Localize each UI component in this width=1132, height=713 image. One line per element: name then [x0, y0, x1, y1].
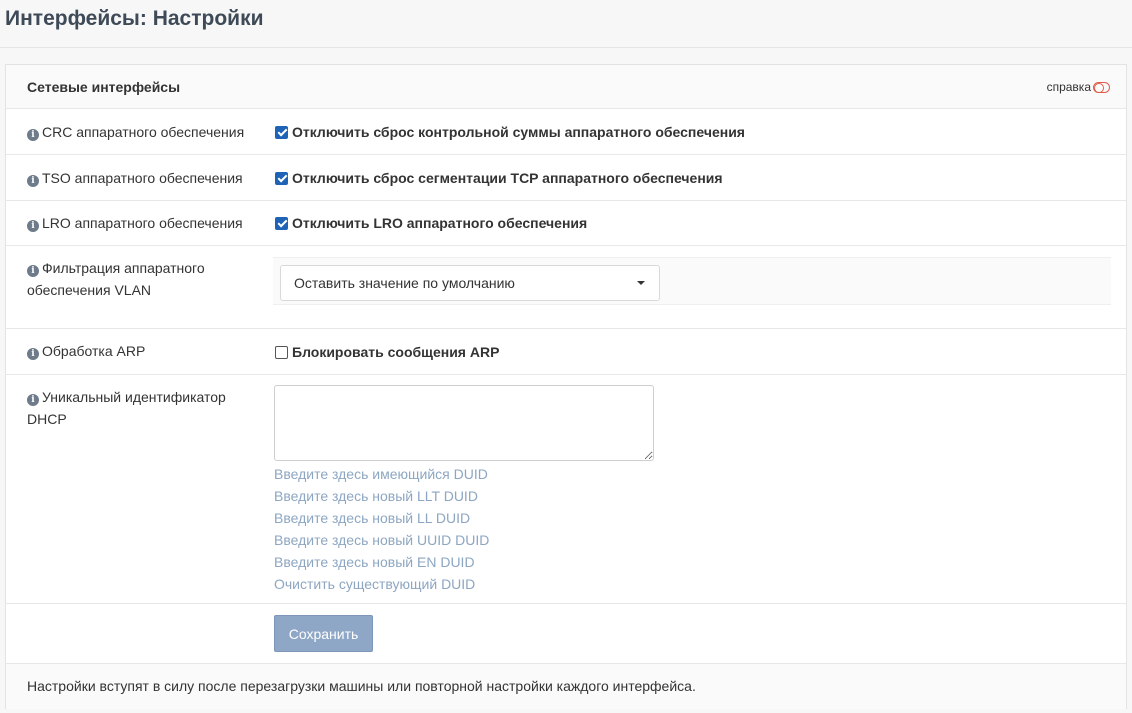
crc-label: i CRC аппаратного обеспечения	[27, 121, 257, 143]
checkbox-checked-icon[interactable]	[275, 125, 288, 139]
lro-checkbox-label: Отключить LRO аппаратного обеспечения	[292, 215, 588, 231]
vlan-select-container: Оставить значение по умолчанию	[273, 257, 1111, 305]
lro-label: i LRO аппаратного обеспечения	[27, 212, 257, 234]
settings-panel: Сетевые интерфейсы справка i CRC аппаратн…	[5, 64, 1127, 709]
vlan-label: i Фильтрация аппаратного обеспечения VLAN	[27, 257, 227, 301]
tso-checkbox[interactable]: Отключить сброс сегментации TCP аппаратн…	[275, 170, 723, 186]
vlan-label-text: Фильтрация аппаратного обеспечения VLAN	[27, 260, 205, 298]
checkbox-unchecked-icon[interactable]	[275, 345, 288, 359]
link-new-ll-duid[interactable]: Введите здесь новый LL DUID	[274, 507, 489, 529]
row-arp: i Обработка ARP Блокировать сообщения ARP	[6, 329, 1126, 375]
crc-label-text: CRC аппаратного обеспечения	[42, 124, 245, 140]
page-title: Интерфейсы: Настройки	[5, 7, 264, 30]
link-clear-duid[interactable]: Очистить существующий DUID	[274, 573, 489, 595]
link-new-en-duid[interactable]: Введите здесь новый EN DUID	[274, 551, 489, 573]
footer-text: Настройки вступят в силу после перезагру…	[27, 678, 696, 694]
arp-label-text: Обработка ARP	[42, 343, 146, 359]
row-tso: i TSO аппаратного обеспечения Отключить с…	[6, 155, 1126, 201]
duid-links: Введите здесь имеющийся DUID Введите зде…	[274, 463, 489, 595]
info-circle-icon[interactable]: i	[27, 265, 39, 277]
save-button[interactable]: Сохранить	[274, 615, 373, 652]
vlan-select[interactable]: Оставить значение по умолчанию	[280, 265, 660, 301]
toggle-icon	[1093, 81, 1110, 93]
lro-checkbox[interactable]: Отключить LRO аппаратного обеспечения	[275, 215, 587, 231]
tso-label-text: TSO аппаратного обеспечения	[42, 170, 243, 186]
row-lro: i LRO аппаратного обеспечения Отключить L…	[6, 201, 1126, 246]
tso-checkbox-label: Отключить сброс сегментации TCP аппаратн…	[292, 170, 723, 186]
row-duid: i Уникальный идентификатор DHCP Введите з…	[6, 375, 1126, 604]
info-circle-icon[interactable]: i	[27, 220, 39, 232]
duid-label: i Уникальный идентификатор DHCP	[27, 386, 247, 430]
duid-textarea[interactable]	[274, 385, 654, 461]
crc-checkbox-label: Отключить сброс контрольной суммы аппара…	[292, 124, 745, 140]
page-header: Интерфейсы: Настройки	[0, 0, 1132, 48]
arp-label: i Обработка ARP	[27, 340, 257, 362]
crc-checkbox[interactable]: Отключить сброс контрольной суммы аппара…	[275, 124, 745, 140]
row-save: Сохранить	[6, 604, 1126, 663]
info-circle-icon[interactable]: i	[27, 394, 39, 406]
checkbox-checked-icon[interactable]	[275, 171, 288, 185]
checkbox-checked-icon[interactable]	[275, 216, 288, 230]
caret-down-icon	[637, 281, 645, 285]
info-circle-icon[interactable]: i	[27, 175, 39, 187]
vlan-select-value: Оставить значение по умолчанию	[294, 275, 515, 291]
row-vlan: i Фильтрация аппаратного обеспечения VLAN…	[6, 246, 1126, 329]
info-circle-icon[interactable]: i	[27, 129, 39, 141]
help-toggle[interactable]: справка	[1047, 80, 1110, 94]
arp-checkbox-label: Блокировать сообщения ARP	[292, 344, 500, 360]
link-existing-duid[interactable]: Введите здесь имеющийся DUID	[274, 463, 489, 485]
tso-label: i TSO аппаратного обеспечения	[27, 167, 257, 189]
link-new-llt-duid[interactable]: Введите здесь новый LLT DUID	[274, 485, 489, 507]
row-crc: i CRC аппаратного обеспечения Отключить с…	[6, 109, 1126, 155]
link-new-uuid-duid[interactable]: Введите здесь новый UUID DUID	[274, 529, 489, 551]
footer-note: Настройки вступят в силу после перезагру…	[6, 663, 1126, 709]
arp-checkbox[interactable]: Блокировать сообщения ARP	[275, 344, 499, 360]
lro-label-text: LRO аппаратного обеспечения	[42, 215, 243, 231]
help-label: справка	[1046, 80, 1091, 94]
duid-label-text: Уникальный идентификатор DHCP	[27, 389, 226, 427]
info-circle-icon[interactable]: i	[27, 348, 39, 360]
section-title: Сетевые интерфейсы	[27, 79, 181, 95]
panel-header: Сетевые интерфейсы справка	[6, 65, 1126, 109]
